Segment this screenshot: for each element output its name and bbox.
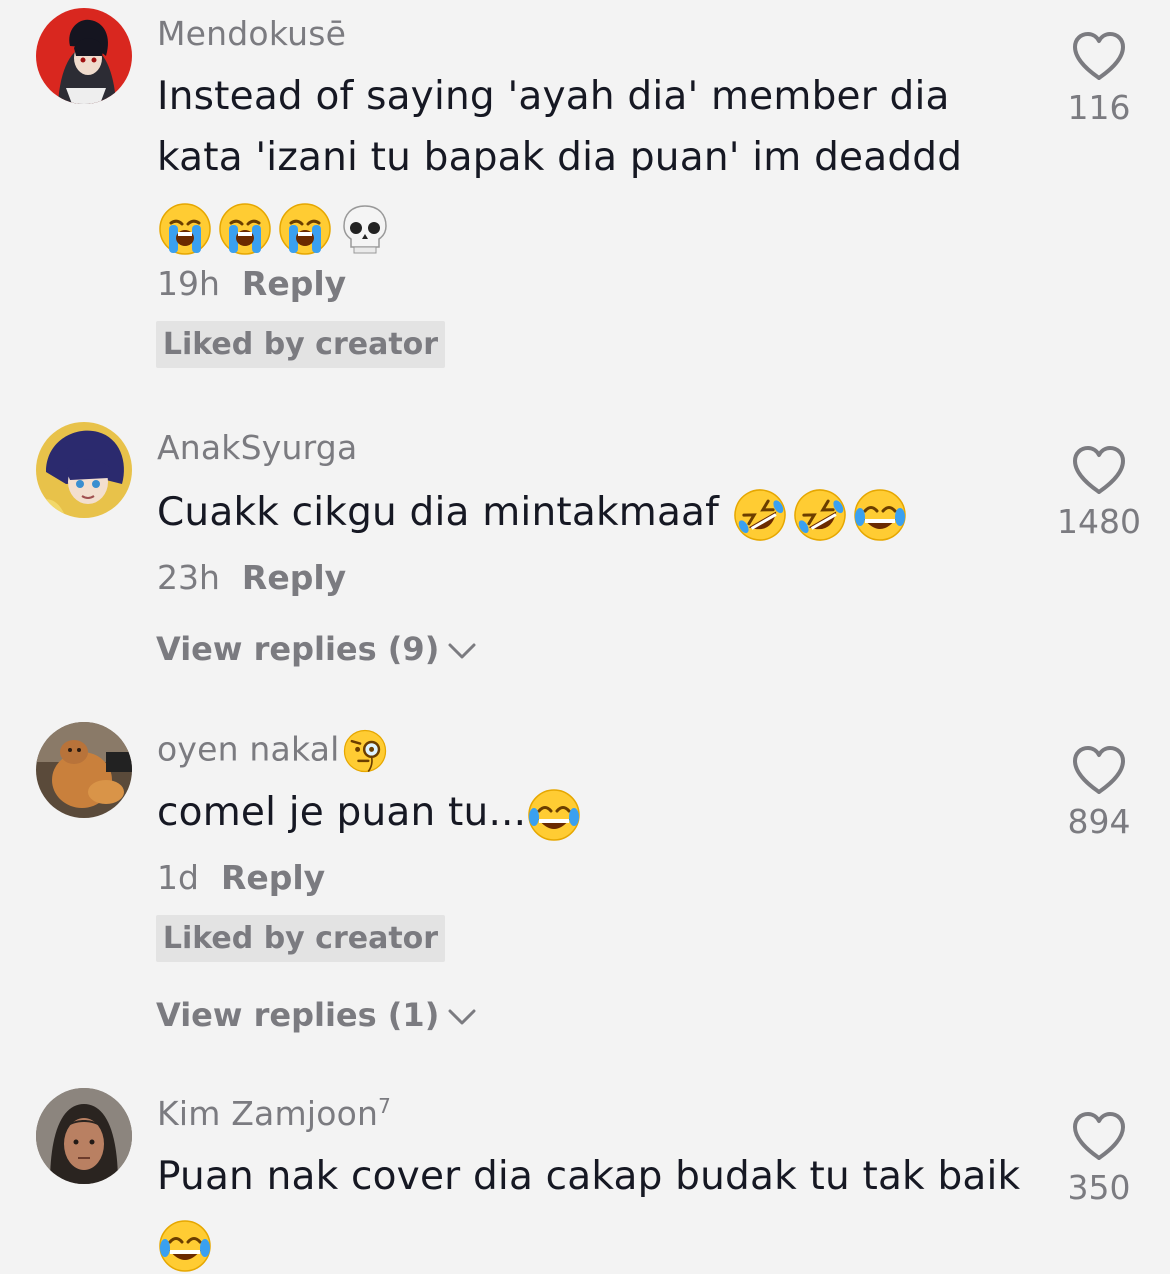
like-count: 350: [1067, 1168, 1131, 1207]
username[interactable]: oyen nakal: [157, 728, 392, 774]
chevron-down-icon: [447, 1007, 477, 1027]
comment-meta: 19h Reply: [157, 264, 346, 303]
loudly-crying-face-icon: [277, 201, 333, 257]
comment-time: 23h: [157, 558, 220, 597]
heart-icon[interactable]: [1071, 30, 1127, 82]
heart-icon[interactable]: [1071, 444, 1127, 496]
comment-time: 1d: [157, 858, 199, 897]
liked-by-creator-badge: Liked by creator: [156, 321, 445, 368]
comment-text-line: kata 'izani tu bapak dia puan' im deaddd: [157, 135, 963, 180]
avatar[interactable]: [36, 422, 132, 518]
face-with-tears-of-joy-icon: [157, 1218, 213, 1274]
comment-text-line: Instead of saying 'ayah dia' member dia: [157, 74, 950, 119]
comment-text: Cuakk cikgu dia mintakmaaf: [157, 482, 1037, 543]
heart-icon[interactable]: [1071, 744, 1127, 796]
face-with-tears-of-joy-icon: [852, 487, 908, 543]
skull-icon: [337, 201, 393, 257]
avatar[interactable]: [36, 722, 132, 818]
view-replies-button[interactable]: View replies (1): [156, 996, 477, 1034]
rolling-on-floor-laughing-icon: [792, 487, 848, 543]
liked-by-creator-badge: Liked by creator: [156, 915, 445, 962]
reply-button[interactable]: Reply: [242, 264, 346, 303]
view-replies-label: View replies (1): [156, 996, 440, 1034]
comment-text: Puan nak cover dia cakap budak tu tak ba…: [157, 1146, 1037, 1274]
comment-text-content: comel je puan tu...: [157, 790, 527, 835]
comment-text: comel je puan tu...: [157, 782, 1037, 843]
like-control[interactable]: 894: [1047, 744, 1151, 841]
comment-meta: 1d Reply: [157, 858, 325, 897]
heart-icon[interactable]: [1071, 1110, 1127, 1162]
comment-meta: 23h Reply: [157, 558, 346, 597]
username[interactable]: Mendokusē: [157, 14, 346, 53]
avatar[interactable]: [36, 8, 132, 104]
username-text: oyen nakal: [157, 729, 340, 769]
comment-text: Instead of saying 'ayah dia' member dia …: [157, 66, 1037, 257]
comment-emoji-line: [157, 1207, 1037, 1274]
rolling-on-floor-laughing-icon: [732, 487, 788, 543]
face-with-tears-of-joy-icon: [526, 787, 582, 843]
comment-text-content: Puan nak cover dia cakap budak tu tak ba…: [157, 1154, 1021, 1199]
loudly-crying-face-icon: [157, 201, 213, 257]
like-control[interactable]: 1480: [1047, 444, 1151, 541]
chevron-down-icon: [447, 641, 477, 661]
view-replies-label: View replies (9): [156, 630, 440, 668]
comment-emoji-line: [157, 188, 1037, 257]
reply-button[interactable]: Reply: [221, 858, 325, 897]
loudly-crying-face-icon: [217, 201, 273, 257]
username[interactable]: Kim Zamjoon7: [157, 1094, 391, 1133]
username[interactable]: AnakSyurga: [157, 428, 357, 467]
comment-text-content: Cuakk cikgu dia mintakmaaf: [157, 490, 720, 535]
view-replies-button[interactable]: View replies (9): [156, 630, 477, 668]
like-count: 116: [1067, 88, 1131, 127]
like-control[interactable]: 350: [1047, 1110, 1151, 1207]
like-count: 1480: [1057, 502, 1141, 541]
avatar[interactable]: [36, 1088, 132, 1184]
like-control[interactable]: 116: [1047, 30, 1151, 127]
like-count: 894: [1067, 802, 1131, 841]
username-text: Kim Zamjoon: [157, 1094, 379, 1133]
face-with-monocle-icon: [342, 728, 388, 774]
comment-time: 19h: [157, 264, 220, 303]
reply-button[interactable]: Reply: [242, 558, 346, 597]
username-superscript: 7: [378, 1094, 392, 1118]
